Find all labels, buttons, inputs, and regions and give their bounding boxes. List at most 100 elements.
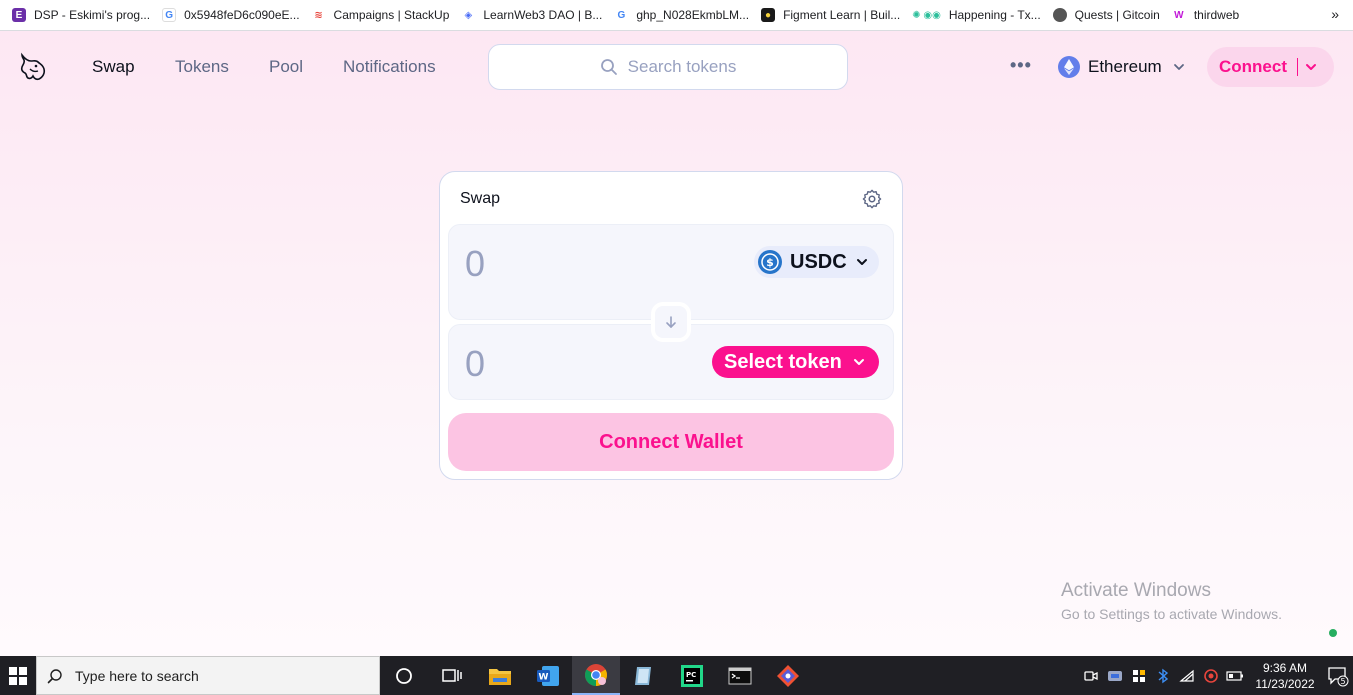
connect-button[interactable]: Connect [1207,47,1334,87]
terminal-icon [728,667,752,684]
nav-notifications[interactable]: Notifications [343,57,436,77]
activate-title: Activate Windows [1061,580,1211,601]
windows-logo-icon [9,666,27,685]
bookmark-label: thirdweb [1193,8,1240,22]
bookmark-label: Happening - Tx... [948,8,1041,22]
svg-text:$: $ [766,256,774,269]
chrome-button[interactable] [572,656,620,695]
input-token-symbol: USDC [790,250,847,273]
git-app-button[interactable] [764,656,812,695]
chain-selector[interactable]: Ethereum [1058,56,1186,78]
security-icon[interactable] [1127,656,1151,695]
windows-start-button[interactable] [0,656,36,695]
nav-tokens[interactable]: Tokens [175,57,229,77]
onedrive-icon[interactable] [1103,656,1127,695]
chain-name: Ethereum [1088,57,1162,76]
bookmark-label: ghp_N028EkmbLM... [636,8,750,22]
clock-time: 9:36 AM [1262,660,1308,675]
task-view-button[interactable] [428,656,476,695]
top-nav: Swap Tokens Pool Notifications Search to… [0,31,1353,103]
folder-icon [489,668,511,685]
system-clock[interactable]: 9:36 AM 11/23/2022 [1247,660,1323,692]
app-tray-icon[interactable] [1199,656,1223,695]
cortana-button[interactable] [380,656,428,695]
svg-text:PC: PC [686,671,696,679]
bookmark-eskimi[interactable]: E DSP - Eskimi's prog... [6,3,156,27]
word-icon: W [537,665,559,686]
bookmark-label: Quests | Gitcoin [1074,8,1160,22]
search-input[interactable]: Search tokens [488,44,848,90]
meet-now-icon[interactable] [1079,656,1103,695]
notes-icon [635,666,651,685]
bookmark-label: Campaigns | StackUp [333,8,450,22]
bluetooth-icon[interactable] [1151,656,1175,695]
happening-icon: ✺ ◉◉ [912,8,941,22]
search-placeholder: Search tokens [627,57,737,76]
connect-wallet-button[interactable]: Connect Wallet [448,413,894,471]
bookmark-google-ghp[interactable]: G ghp_N028EkmbLM... [608,3,755,27]
connect-label: Connect [1219,57,1287,76]
gear-icon[interactable] [861,188,883,210]
google-icon: G [614,8,629,22]
ethereum-icon [1058,56,1080,78]
switch-direction-button[interactable] [651,302,691,342]
taskbar-search-placeholder: Type here to search [75,667,199,684]
bookmark-happening[interactable]: ✺ ◉◉ Happening - Tx... [906,3,1046,27]
learnweb3-icon: ◈ [461,8,476,22]
terminal-button[interactable] [716,656,764,695]
svg-text:W: W [539,672,549,682]
notification-center-button[interactable]: 5 [1323,656,1353,695]
notification-count: 5 [1340,677,1345,686]
more-menu-button[interactable]: ••• [1010,55,1032,76]
task-view-icon [442,668,462,682]
cortana-icon [396,667,412,684]
chevron-down-icon[interactable] [1304,60,1318,74]
chevron-down-icon [853,359,864,365]
notes-app-button[interactable] [620,656,668,695]
chevron-down-icon [1173,64,1184,70]
output-amount[interactable]: 0 [465,343,485,385]
bookmark-learnweb3[interactable]: ◈ LearnWeb3 DAO | B... [455,3,608,27]
status-indicator [1329,629,1337,637]
input-token-selector[interactable]: $ USDC [754,246,879,278]
notification-icon: 5 [1328,666,1349,686]
bookmark-thirdweb[interactable]: W thirdweb [1166,3,1245,27]
bookmark-stackup[interactable]: ≋ Campaigns | StackUp [306,3,456,27]
bookmark-gitcoin[interactable]: Quests | Gitcoin [1047,3,1166,27]
eskimi-icon: E [12,8,26,22]
bookmark-google-address[interactable]: G 0x5948feD6c090eE... [156,3,305,27]
app-container: Swap Tokens Pool Notifications Search to… [0,31,1353,656]
thirdweb-icon: W [1171,8,1186,22]
nav-swap[interactable]: Swap [92,57,135,77]
taskbar-search-input[interactable]: Type here to search [36,656,380,695]
bookmark-label: 0x5948feD6c090eE... [184,8,300,22]
connect-divider [1297,58,1298,76]
activate-windows-watermark: Activate Windows Go to Settings to activ… [1061,580,1282,622]
input-amount[interactable]: 0 [465,243,485,285]
arrow-down-icon [666,316,676,328]
gitcoin-icon [1052,8,1067,22]
bookmark-figment[interactable]: ● Figment Learn | Buil... [755,3,906,27]
stackup-icon: ≋ [311,8,326,22]
select-token-label: Select token [724,350,842,373]
pycharm-button[interactable]: PC [668,656,716,695]
wifi-icon[interactable] [1175,656,1199,695]
search-icon [600,59,617,75]
pycharm-icon: PC [681,664,703,687]
usdc-icon: $ [758,250,782,274]
bookmark-label: Figment Learn | Buil... [783,8,901,22]
clock-date: 11/23/2022 [1255,676,1315,691]
word-button[interactable]: W [524,656,572,695]
connect-wallet-label: Connect Wallet [599,430,743,453]
file-explorer-button[interactable] [476,656,524,695]
chrome-icon [585,663,607,686]
uniswap-logo-icon[interactable] [16,51,48,83]
bookmark-label: LearnWeb3 DAO | B... [483,8,603,22]
select-token-button[interactable]: Select token [712,346,879,378]
battery-icon[interactable] [1223,656,1247,695]
chevron-down-icon [856,259,867,265]
bookmarks-more-button[interactable]: » [1331,6,1339,22]
nav-pool[interactable]: Pool [269,57,303,77]
system-tray: 9:36 AM 11/23/2022 5 [1079,656,1353,695]
git-icon [777,664,799,687]
